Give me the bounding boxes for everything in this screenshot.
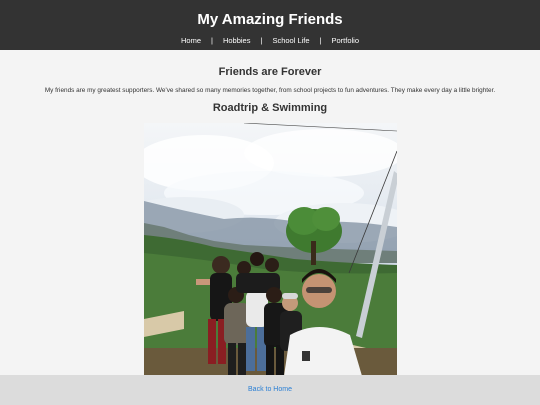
back-to-home-link[interactable]: Back to Home [0, 385, 540, 395]
nav-link-school-life[interactable]: School Life [272, 36, 309, 46]
nav-link-portfolio[interactable]: Portfolio [332, 36, 360, 46]
intro-paragraph: My friends are my greatest supporters. W… [44, 87, 496, 94]
photo-illustration [144, 123, 397, 376]
photo-title: Roadtrip & Swimming [212, 102, 328, 114]
nav-separator: | [260, 36, 263, 45]
main-nav: Home | Hobbies | School Life | Portfolio [0, 36, 540, 46]
site-footer: Back to Home [0, 375, 540, 405]
group-selfie-photo [144, 123, 397, 376]
site-title: My Amazing Friends [197, 11, 343, 28]
section-title: Friends are Forever [218, 66, 322, 78]
nav-link-hobbies[interactable]: Hobbies [223, 36, 251, 46]
site-header: My Amazing Friends Home | Hobbies | Scho… [0, 0, 540, 50]
nav-link-home[interactable]: Home [181, 36, 201, 46]
nav-separator: | [319, 36, 322, 45]
nav-separator: | [211, 36, 213, 45]
